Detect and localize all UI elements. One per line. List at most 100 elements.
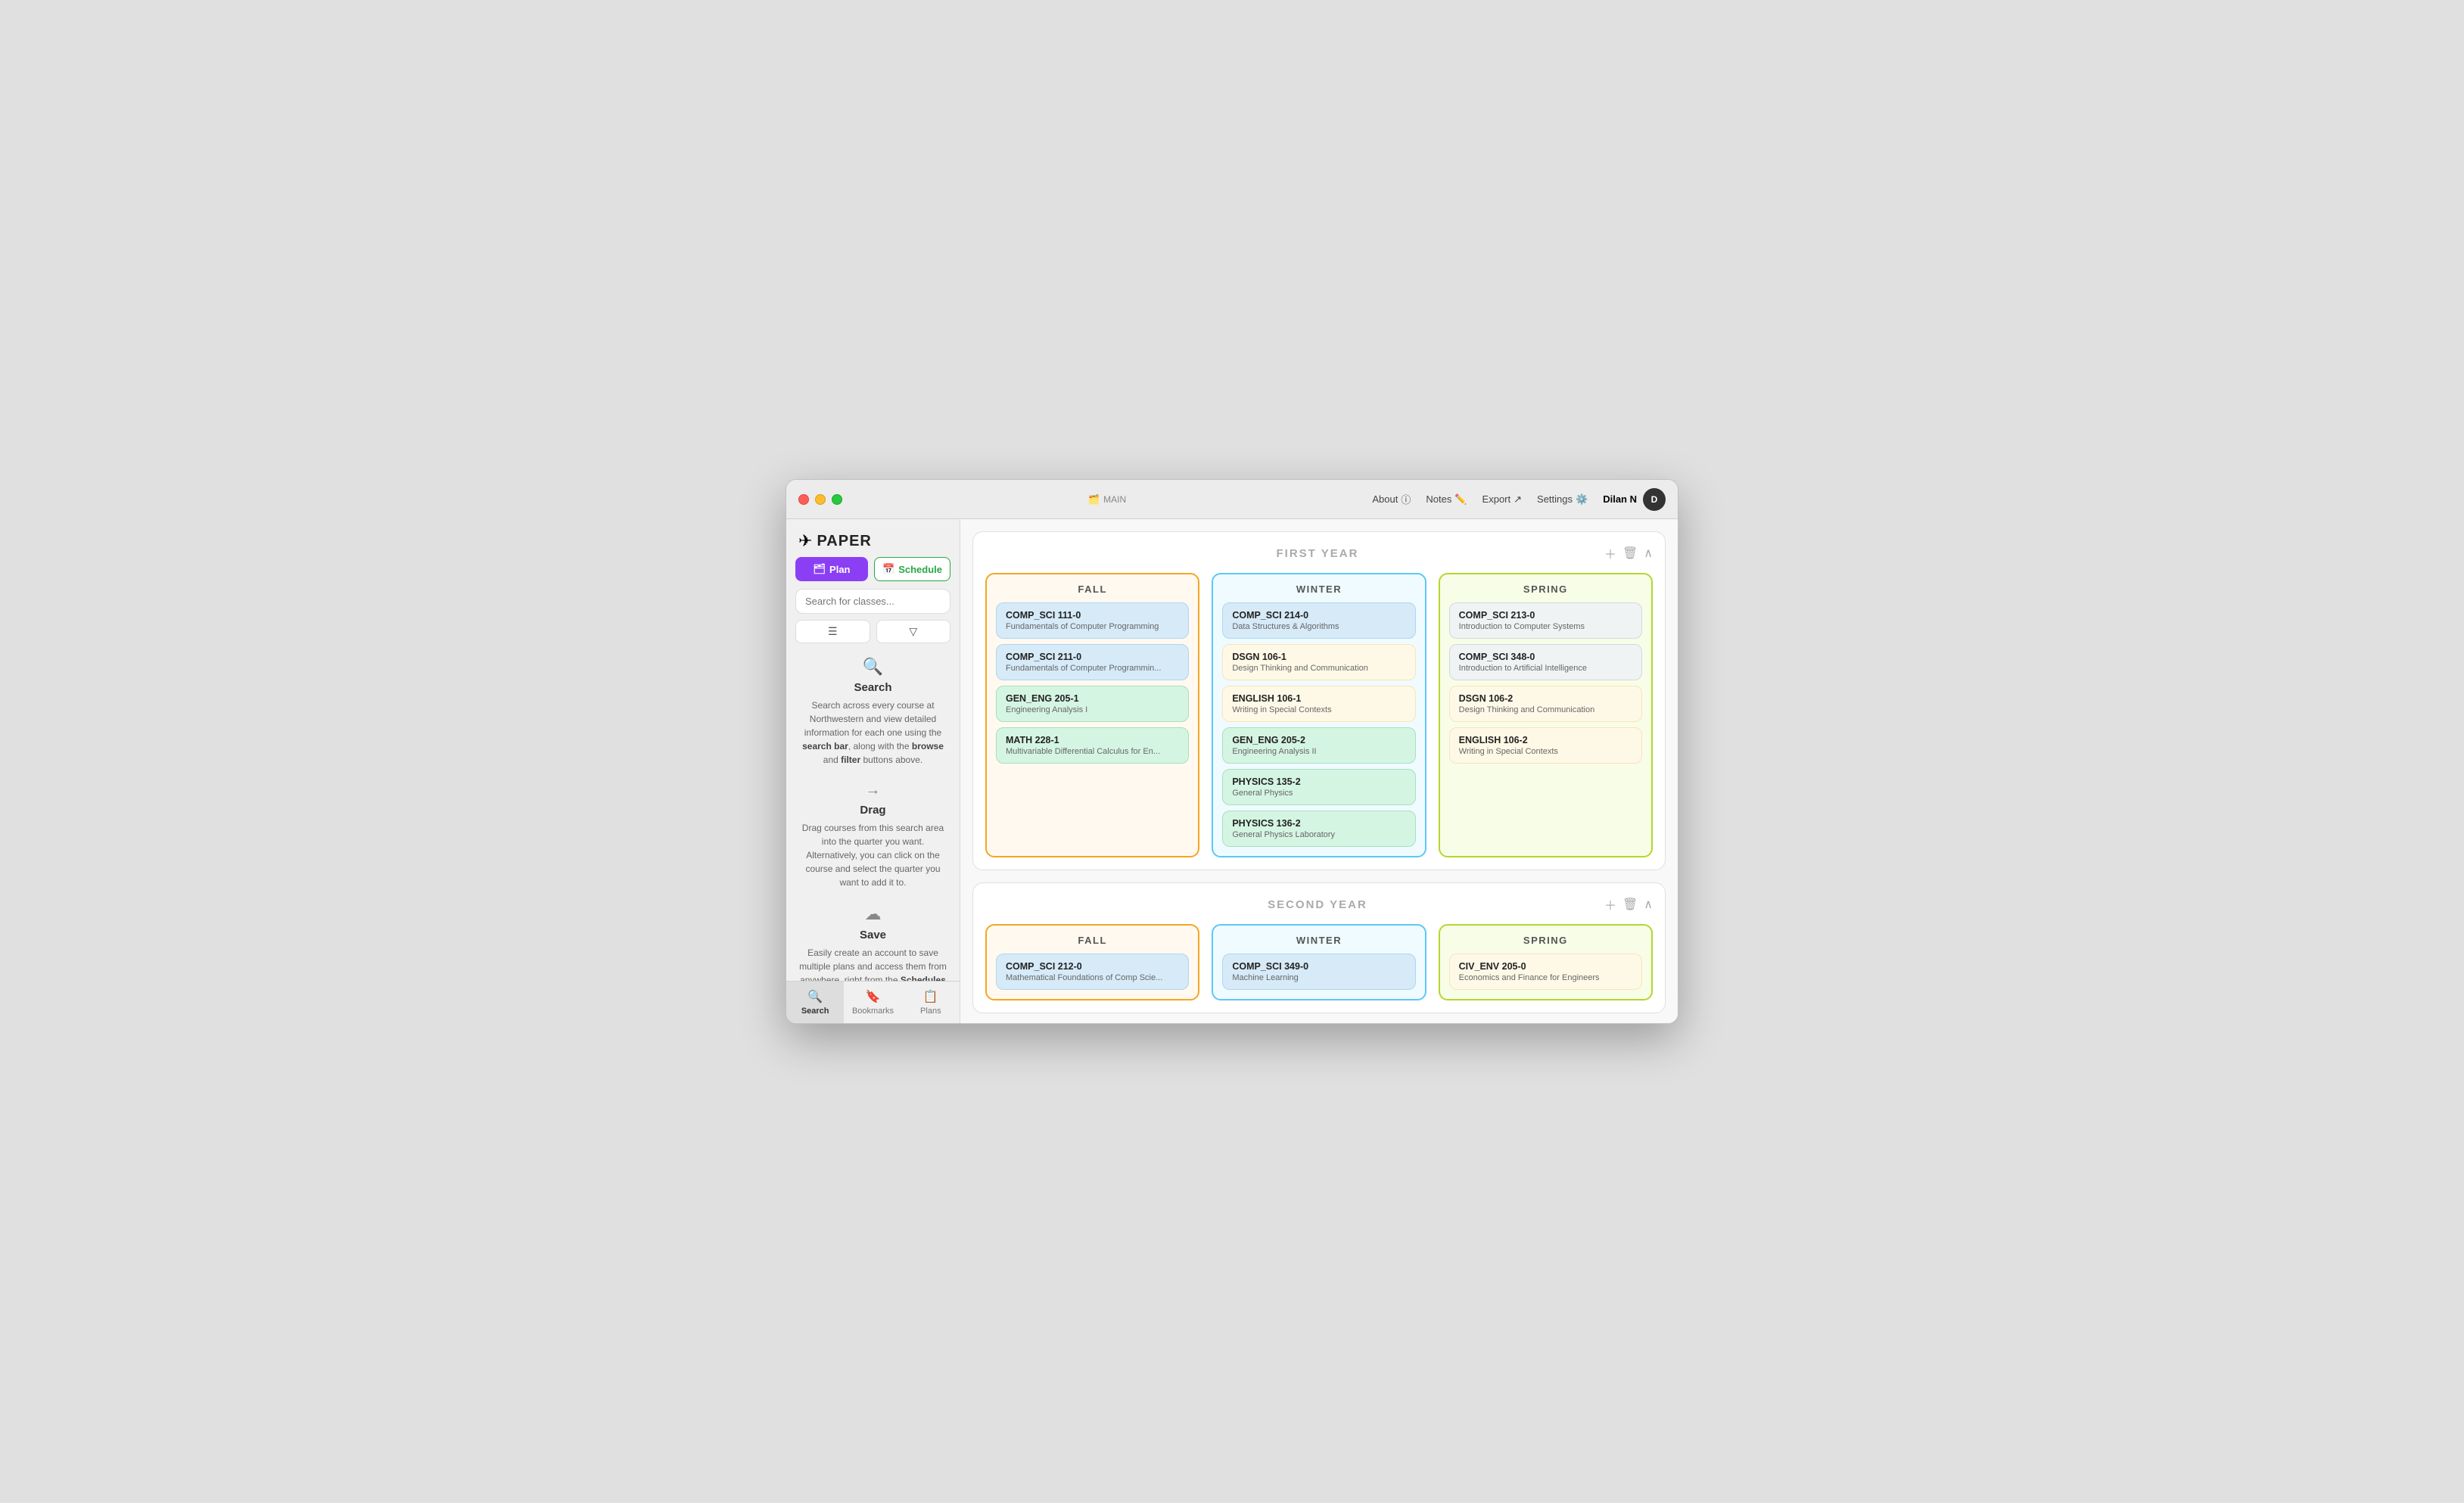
filter-row: ☰ ▽: [786, 620, 960, 649]
course-eng106-2[interactable]: ENGLISH 106-2 Writing in Special Context…: [1449, 727, 1642, 764]
close-button[interactable]: [798, 494, 809, 505]
delete-year-icon[interactable]: 🗑: [1622, 546, 1638, 561]
search-input[interactable]: [795, 589, 950, 614]
user-info[interactable]: Dilan N D: [1603, 488, 1666, 511]
sidebar-bottom-nav: 🔍 Search 🔖 Bookmarks 📋 Plans: [786, 981, 960, 1023]
quarter-spring-1: SPRING COMP_SCI 213-0 Introduction to Co…: [1439, 573, 1653, 857]
drag-icon: →: [798, 782, 947, 799]
briefcase-icon: 🗂️: [1088, 494, 1100, 505]
course-eng106-1-desc: Writing in Special Contexts: [1232, 705, 1405, 714]
maximize-button[interactable]: [832, 494, 842, 505]
course-civenv205[interactable]: CIV_ENV 205-0 Economics and Finance for …: [1449, 954, 1642, 990]
course-cs348[interactable]: COMP_SCI 348-0 Introduction to Artificia…: [1449, 644, 1642, 680]
search-info-title: Search: [798, 681, 947, 694]
edit-icon: ✏️: [1454, 493, 1467, 506]
course-cs211-name: COMP_SCI 211-0: [1006, 652, 1179, 662]
course-cs111-name: COMP_SCI 111-0: [1006, 610, 1179, 621]
course-math228[interactable]: MATH 228-1 Multivariable Differential Ca…: [996, 727, 1189, 764]
schedule-tab[interactable]: 📅 Schedule: [874, 557, 950, 581]
search-info-desc: Search across every course at Northweste…: [798, 699, 947, 767]
sidebar-content: 🔍 Search Search across every course at N…: [786, 649, 960, 981]
filter-button[interactable]: ▽: [876, 620, 951, 643]
add-second-year-icon[interactable]: ＋: [1604, 895, 1616, 913]
course-gen205-2-desc: Engineering Analysis II: [1232, 747, 1405, 756]
search-bottom-icon: 🔍: [807, 989, 823, 1004]
main-label-text: MAIN: [1103, 494, 1126, 505]
course-eng106-1[interactable]: ENGLISH 106-1 Writing in Special Context…: [1222, 686, 1415, 722]
course-cs213[interactable]: COMP_SCI 213-0 Introduction to Computer …: [1449, 602, 1642, 639]
course-dsgn106-2[interactable]: DSGN 106-2 Design Thinking and Communica…: [1449, 686, 1642, 722]
course-gen205[interactable]: GEN_ENG 205-1 Engineering Analysis I: [996, 686, 1189, 722]
logo-text: PAPER: [817, 533, 871, 550]
course-dsgn106-1[interactable]: DSGN 106-1 Design Thinking and Communica…: [1222, 644, 1415, 680]
course-cs111[interactable]: COMP_SCI 111-0 Fundamentals of Computer …: [996, 602, 1189, 639]
bottom-nav-plans[interactable]: 📋 Plans: [902, 982, 960, 1023]
plan-tab[interactable]: 🗂 Plan: [795, 557, 868, 581]
main-content: FIRST YEAR ＋ 🗑 ∧ FALL COMP_SCI 111-0 Fun…: [960, 519, 1678, 1023]
main-nav-label: 🗂️ MAIN: [1088, 494, 1126, 505]
course-cs348-name: COMP_SCI 348-0: [1459, 652, 1632, 662]
collapse-second-year-icon[interactable]: ∧: [1644, 897, 1653, 912]
course-cs211[interactable]: COMP_SCI 211-0 Fundamentals of Computer …: [996, 644, 1189, 680]
plans-label: Plans: [920, 1007, 941, 1016]
settings-button[interactable]: Settings ⚙️: [1537, 493, 1588, 506]
quarter-winter-2: WINTER COMP_SCI 349-0 Machine Learning: [1212, 924, 1426, 1000]
course-cs349[interactable]: COMP_SCI 349-0 Machine Learning: [1222, 954, 1415, 990]
settings-label: Settings: [1537, 493, 1573, 505]
course-phys135-desc: General Physics: [1232, 789, 1405, 798]
course-dsgn106-1-name: DSGN 106-1: [1232, 652, 1405, 662]
app-window: 🗂️ MAIN About ⓘ Notes ✏️ Export ↗ Settin…: [786, 479, 1678, 1024]
drag-info: → Drag Drag courses from this search are…: [798, 782, 947, 889]
course-eng106-2-name: ENGLISH 106-2: [1459, 735, 1632, 745]
export-button[interactable]: Export ↗: [1482, 493, 1522, 506]
external-link-icon: ↗: [1514, 493, 1522, 506]
minimize-button[interactable]: [815, 494, 826, 505]
course-gen205-desc: Engineering Analysis I: [1006, 705, 1179, 714]
course-gen205-2-name: GEN_ENG 205-2: [1232, 735, 1405, 745]
first-year-header: FIRST YEAR ＋ 🗑 ∧: [985, 544, 1653, 562]
avatar: D: [1643, 488, 1666, 511]
course-civenv205-desc: Economics and Finance for Engineers: [1459, 973, 1632, 982]
plan-label: Plan: [829, 564, 850, 575]
course-cs213-desc: Introduction to Computer Systems: [1459, 622, 1632, 631]
winter-2-title: WINTER: [1222, 935, 1415, 946]
first-year-quarters: FALL COMP_SCI 111-0 Fundamentals of Comp…: [985, 573, 1653, 857]
traffic-lights: [798, 494, 842, 505]
add-year-icon[interactable]: ＋: [1604, 544, 1616, 562]
course-phys136-name: PHYSICS 136-2: [1232, 818, 1405, 829]
course-cs212-desc: Mathematical Foundations of Comp Scie...: [1006, 973, 1179, 982]
app-body: ✈ PAPER 🗂 Plan 📅 Schedule ☰: [786, 519, 1678, 1023]
bottom-nav-search[interactable]: 🔍 Search: [786, 982, 844, 1023]
bottom-nav-bookmarks[interactable]: 🔖 Bookmarks: [844, 982, 901, 1023]
second-year-title: SECOND YEAR: [1031, 898, 1604, 911]
quarter-fall-2: FALL COMP_SCI 212-0 Mathematical Foundat…: [985, 924, 1199, 1000]
user-name: Dilan N: [1603, 493, 1637, 505]
course-gen205-name: GEN_ENG 205-1: [1006, 693, 1179, 704]
course-cs212[interactable]: COMP_SCI 212-0 Mathematical Foundations …: [996, 954, 1189, 990]
delete-second-year-icon[interactable]: 🗑: [1622, 897, 1638, 912]
first-year-actions: ＋ 🗑 ∧: [1604, 544, 1653, 562]
bookmark-icon: 🔖: [866, 989, 881, 1004]
course-cs214[interactable]: COMP_SCI 214-0 Data Structures & Algorit…: [1222, 602, 1415, 639]
about-label: About: [1372, 493, 1398, 505]
search-bottom-label: Search: [801, 1007, 829, 1016]
course-phys135[interactable]: PHYSICS 135-2 General Physics: [1222, 769, 1415, 805]
browse-button[interactable]: ☰: [795, 620, 870, 643]
second-year-actions: ＋ 🗑 ∧: [1604, 895, 1653, 913]
spring-1-title: SPRING: [1449, 583, 1642, 595]
course-gen205-2[interactable]: GEN_ENG 205-2 Engineering Analysis II: [1222, 727, 1415, 764]
notes-button[interactable]: Notes ✏️: [1426, 493, 1467, 506]
course-cs349-name: COMP_SCI 349-0: [1232, 961, 1405, 972]
first-year-section: FIRST YEAR ＋ 🗑 ∧ FALL COMP_SCI 111-0 Fun…: [972, 531, 1666, 870]
second-year-quarters: FALL COMP_SCI 212-0 Mathematical Foundat…: [985, 924, 1653, 1000]
course-phys136[interactable]: PHYSICS 136-2 General Physics Laboratory: [1222, 811, 1415, 847]
second-year-header: SECOND YEAR ＋ 🗑 ∧: [985, 895, 1653, 913]
list-icon: ☰: [828, 625, 838, 638]
fall-2-title: FALL: [996, 935, 1189, 946]
bookmarks-label: Bookmarks: [852, 1007, 894, 1016]
collapse-year-icon[interactable]: ∧: [1644, 546, 1653, 561]
save-info-desc: Easily create an account to save multipl…: [798, 946, 947, 981]
calendar-icon: 📅: [882, 563, 894, 575]
course-eng106-1-name: ENGLISH 106-1: [1232, 693, 1405, 704]
about-button[interactable]: About ⓘ: [1372, 492, 1411, 506]
